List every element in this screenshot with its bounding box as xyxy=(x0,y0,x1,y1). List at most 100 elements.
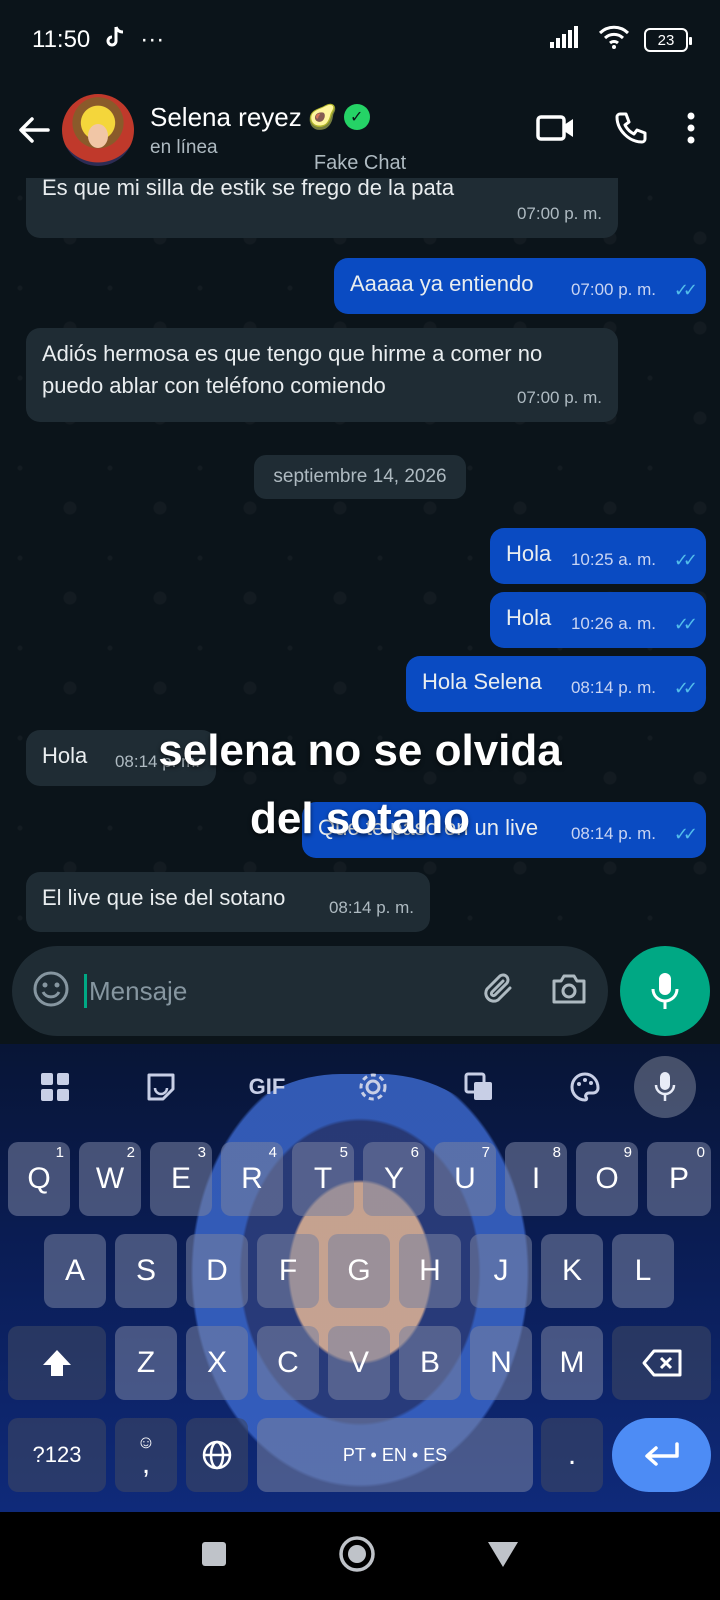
avocado-emoji: 🥑 xyxy=(307,103,338,131)
key-x[interactable]: X xyxy=(186,1326,248,1400)
key-label: T xyxy=(313,1162,333,1195)
space-bar[interactable]: PT • EN • ES xyxy=(257,1418,533,1492)
more-notifications-icon: ··· xyxy=(140,26,165,53)
arrow-left-icon xyxy=(19,117,50,143)
key-label: W xyxy=(95,1162,125,1195)
message-time: 07:00 p. m. xyxy=(516,204,602,223)
shift-key[interactable] xyxy=(8,1326,106,1400)
message-outgoing[interactable]: Aaaaa ya entiendo 07:00 p. m. ✓✓ xyxy=(334,258,706,314)
status-bar: 11:50 ··· 23 xyxy=(0,0,720,80)
message-text: Es que mi silla de estik se frego de la … xyxy=(42,178,455,200)
battery-icon: 23 xyxy=(644,28,692,52)
key-label: R xyxy=(241,1162,263,1195)
settings-icon[interactable] xyxy=(342,1056,404,1118)
key-o[interactable]: O9 xyxy=(576,1142,638,1216)
square-icon xyxy=(202,1541,226,1566)
key-q[interactable]: Q1 xyxy=(8,1142,70,1216)
space-bar-label: PT • EN • ES xyxy=(342,1444,448,1465)
back-button[interactable] xyxy=(14,110,54,150)
key-u[interactable]: U7 xyxy=(434,1142,496,1216)
voice-input-icon[interactable] xyxy=(634,1056,696,1118)
chat-area[interactable]: Es que mi silla de estik se frego de la … xyxy=(0,178,720,938)
key-m[interactable]: M xyxy=(541,1326,603,1400)
period-key[interactable]: . xyxy=(541,1418,603,1492)
enter-key[interactable] xyxy=(612,1418,711,1492)
key-a[interactable]: A xyxy=(44,1234,106,1308)
message-incoming[interactable]: El live que ise del sotano 08:14 p. m. xyxy=(26,872,430,932)
keyboard: GIF Q1 W2 E3 R4 T5 Y6 U7 I8 O9 P0 A S D xyxy=(0,1044,720,1512)
key-label: E xyxy=(170,1162,191,1195)
message-outgoing[interactable]: Hola 10:25 a. m. ✓✓ xyxy=(490,528,706,584)
comma-label: , xyxy=(141,1447,151,1480)
key-g[interactable]: G xyxy=(328,1234,390,1308)
message-outgoing[interactable]: Hola Selena 08:14 p. m. ✓✓ xyxy=(406,656,706,712)
message-text: Aaaaa ya entiendo xyxy=(350,271,534,296)
key-p[interactable]: P0 xyxy=(647,1142,711,1216)
key-h[interactable]: H xyxy=(399,1234,461,1308)
key-t[interactable]: T5 xyxy=(292,1142,354,1216)
recents-button[interactable] xyxy=(200,1540,228,1573)
back-nav-button[interactable] xyxy=(486,1539,520,1574)
key-y[interactable]: Y6 xyxy=(363,1142,425,1216)
screen: 11:50 ··· 23 Selena reyez 🥑 ✓ en línea E… xyxy=(0,0,720,1600)
key-hint: 1 xyxy=(55,1144,64,1161)
message-input[interactable]: Mensaje xyxy=(84,974,480,1008)
message-outgoing[interactable]: Hola 10:26 a. m. ✓✓ xyxy=(490,592,706,648)
key-label: Q xyxy=(27,1162,51,1195)
message-incoming[interactable]: Es que mi silla de estik se frego de la … xyxy=(26,178,618,238)
shift-icon xyxy=(43,1350,71,1376)
composer: Mensaje xyxy=(0,940,720,1044)
video-call-icon[interactable] xyxy=(536,113,576,148)
backspace-key[interactable] xyxy=(612,1326,711,1400)
key-l[interactable]: L xyxy=(612,1234,674,1308)
backspace-icon xyxy=(642,1349,681,1377)
key-s[interactable]: S xyxy=(115,1234,177,1308)
palette-icon[interactable] xyxy=(554,1056,616,1118)
key-e[interactable]: E3 xyxy=(150,1142,212,1216)
language-key[interactable] xyxy=(186,1418,248,1492)
key-r[interactable]: R4 xyxy=(221,1142,283,1216)
message-input-box[interactable]: Mensaje xyxy=(12,946,608,1036)
gif-button[interactable]: GIF xyxy=(236,1056,298,1118)
key-z[interactable]: Z xyxy=(115,1326,177,1400)
read-ticks-icon: ✓✓ xyxy=(673,614,698,634)
video-caption-line-2: del sotano xyxy=(249,794,471,843)
key-j[interactable]: J xyxy=(470,1234,532,1308)
key-b[interactable]: B xyxy=(399,1326,461,1400)
key-hint: 9 xyxy=(623,1144,632,1161)
key-v[interactable]: V xyxy=(328,1326,390,1400)
emoji-icon[interactable] xyxy=(32,970,70,1013)
key-c[interactable]: C xyxy=(257,1326,319,1400)
read-ticks-icon: ✓✓ xyxy=(673,678,698,698)
home-button[interactable] xyxy=(338,1535,376,1578)
more-options-icon[interactable] xyxy=(686,112,696,149)
key-hint: 0 xyxy=(696,1144,705,1161)
tiktok-icon xyxy=(104,25,126,56)
attach-icon[interactable] xyxy=(480,970,518,1013)
symbols-key[interactable]: ?123 xyxy=(8,1418,106,1492)
key-label: I xyxy=(531,1162,541,1195)
key-f[interactable]: F xyxy=(257,1234,319,1308)
camera-icon[interactable] xyxy=(550,972,588,1011)
voice-record-button[interactable] xyxy=(620,946,710,1036)
message-text: Hola xyxy=(506,605,552,630)
key-i[interactable]: I8 xyxy=(505,1142,567,1216)
verified-badge-icon: ✓ xyxy=(343,104,370,130)
clock: 11:50 xyxy=(32,26,91,53)
voice-call-icon[interactable] xyxy=(614,111,648,150)
key-hint: 8 xyxy=(552,1144,561,1161)
apps-grid-icon[interactable] xyxy=(24,1056,86,1118)
key-n[interactable]: N xyxy=(470,1326,532,1400)
message-incoming[interactable]: Adiós hermosa es que tengo que hirme a c… xyxy=(26,328,618,422)
contact-info[interactable]: Selena reyez 🥑 ✓ en línea xyxy=(150,102,370,159)
comma-key[interactable]: ☺ , xyxy=(115,1418,177,1492)
key-k[interactable]: K xyxy=(541,1234,603,1308)
key-label: Y xyxy=(383,1162,404,1195)
message-text: Hola Selena xyxy=(422,669,542,694)
key-w[interactable]: W2 xyxy=(79,1142,141,1216)
translate-icon[interactable] xyxy=(448,1056,510,1118)
triangle-back-icon xyxy=(488,1541,518,1567)
sticker-icon[interactable] xyxy=(130,1056,192,1118)
key-d[interactable]: D xyxy=(186,1234,248,1308)
fake-chat-label: Fake Chat xyxy=(313,152,407,174)
